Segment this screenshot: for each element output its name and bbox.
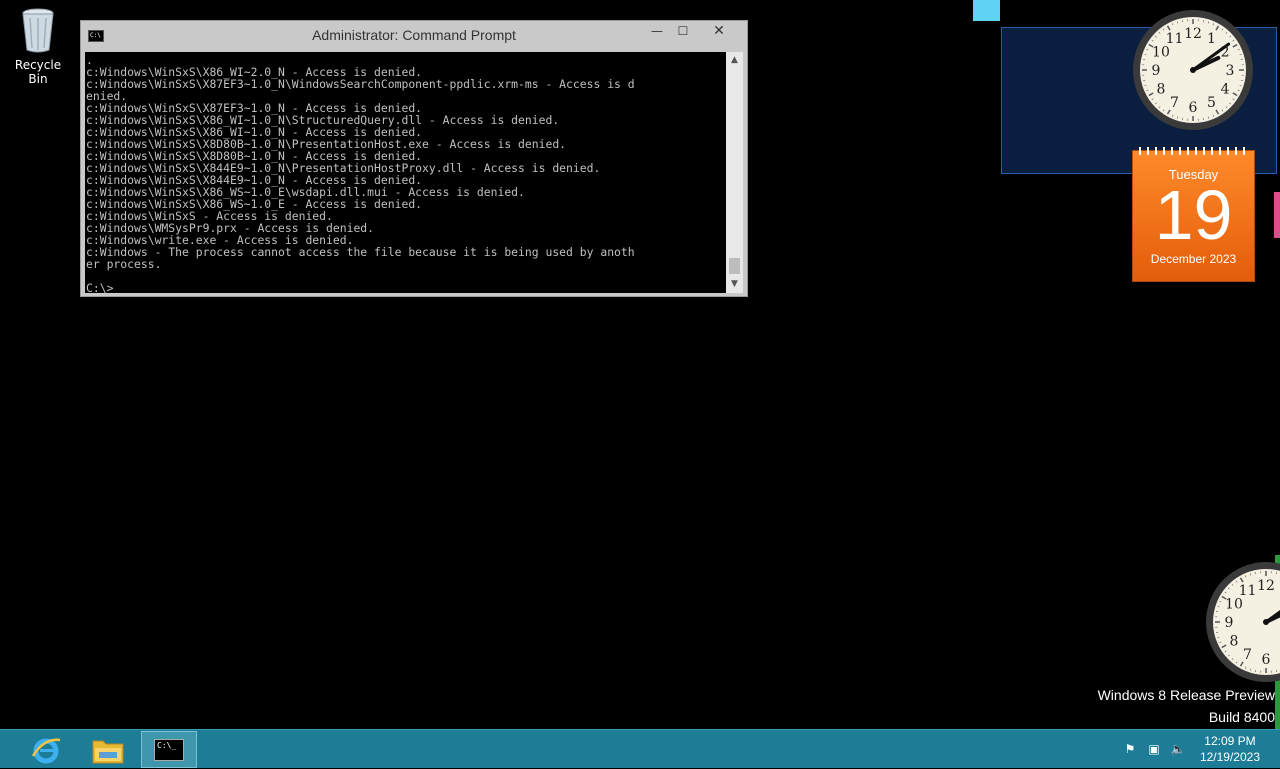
action-center-flag-icon[interactable]: ⚑ bbox=[1122, 741, 1138, 757]
svg-text:1: 1 bbox=[1207, 31, 1216, 47]
console-area[interactable]: . c:Windows\WinSxS\X86_WI~2.0_N - Access… bbox=[85, 52, 727, 293]
tray-date: 12/19/2023 bbox=[1200, 749, 1260, 765]
scroll-up-icon[interactable]: ▲ bbox=[726, 52, 743, 69]
calendar-rings bbox=[1139, 147, 1248, 155]
window-titlebar[interactable]: C:\ Administrator: Command Prompt — ☐ ✕ bbox=[81, 21, 747, 51]
watermark-line2: Build 8400 bbox=[1098, 706, 1275, 728]
window-controls: — ☐ ✕ bbox=[644, 21, 742, 41]
svg-text:6: 6 bbox=[1262, 652, 1271, 668]
svg-text:12: 12 bbox=[1184, 26, 1202, 42]
cmd-icon-text: C:\_ bbox=[157, 741, 176, 750]
taskbar: C:\_ ⚑ ▣ 🔈 12:09 PM 12/19/2023 bbox=[0, 729, 1280, 768]
svg-text:4: 4 bbox=[1221, 82, 1230, 98]
offscreen-gadget-edge bbox=[1274, 192, 1280, 238]
minimize-button[interactable]: — bbox=[644, 21, 670, 41]
vertical-scrollbar[interactable]: ▲ ▼ bbox=[726, 52, 743, 293]
svg-text:3: 3 bbox=[1226, 63, 1235, 79]
tray-clock[interactable]: 12:09 PM 12/19/2023 bbox=[1200, 733, 1260, 765]
system-tray: ⚑ ▣ 🔈 12:09 PM 12/19/2023 bbox=[1120, 730, 1280, 769]
recycle-bin-label: Recycle Bin bbox=[4, 58, 72, 86]
scroll-down-icon[interactable]: ▼ bbox=[726, 276, 743, 293]
folder-icon bbox=[91, 735, 125, 765]
maximize-button[interactable]: ☐ bbox=[670, 21, 696, 41]
command-prompt-icon: C:\_ bbox=[154, 739, 184, 761]
svg-text:8: 8 bbox=[1156, 82, 1165, 98]
recycle-bin-desktop-icon[interactable]: Recycle Bin bbox=[4, 6, 72, 86]
build-watermark: Windows 8 Release Preview Build 8400 bbox=[1098, 684, 1275, 728]
taskbar-command-prompt[interactable]: C:\_ bbox=[141, 731, 197, 768]
svg-text:12: 12 bbox=[1257, 578, 1275, 594]
clock-gadget[interactable]: 123456789101112 bbox=[1130, 7, 1256, 133]
svg-text:9: 9 bbox=[1152, 63, 1161, 79]
svg-text:7: 7 bbox=[1170, 95, 1179, 111]
svg-text:11: 11 bbox=[1239, 583, 1257, 599]
svg-text:7: 7 bbox=[1243, 647, 1252, 663]
network-icon[interactable]: ▣ bbox=[1146, 741, 1162, 757]
taskbar-internet-explorer[interactable] bbox=[18, 731, 74, 768]
scrollbar-thumb[interactable] bbox=[729, 258, 740, 274]
volume-muted-icon[interactable]: 🔈 bbox=[1170, 741, 1186, 757]
tray-time: 12:09 PM bbox=[1200, 733, 1260, 749]
clock-gadget-partial[interactable]: 123456789101112 bbox=[1203, 559, 1280, 685]
console-output: . c:Windows\WinSxS\X86_WI~2.0_N - Access… bbox=[85, 52, 727, 293]
calendar-date: 19 bbox=[1133, 182, 1254, 248]
svg-text:8: 8 bbox=[1229, 634, 1238, 650]
svg-text:11: 11 bbox=[1166, 31, 1184, 47]
clock-face-icon: 123456789101112 bbox=[1130, 7, 1256, 133]
close-button[interactable]: ✕ bbox=[696, 21, 742, 41]
svg-text:5: 5 bbox=[1207, 95, 1216, 111]
calendar-gadget[interactable]: Tuesday 19 December 2023 bbox=[1132, 150, 1255, 282]
watermark-line1: Windows 8 Release Preview bbox=[1098, 684, 1275, 706]
command-prompt-window[interactable]: C:\ Administrator: Command Prompt — ☐ ✕ … bbox=[80, 20, 748, 297]
internet-explorer-icon bbox=[30, 734, 62, 766]
partial-tile bbox=[973, 0, 1000, 21]
clock-face-icon: 123456789101112 bbox=[1203, 559, 1280, 685]
svg-text:9: 9 bbox=[1225, 615, 1234, 631]
svg-text:6: 6 bbox=[1189, 100, 1198, 116]
recycle-bin-icon bbox=[18, 6, 58, 54]
calendar-month: December 2023 bbox=[1133, 252, 1254, 266]
taskbar-file-explorer[interactable] bbox=[80, 731, 136, 768]
